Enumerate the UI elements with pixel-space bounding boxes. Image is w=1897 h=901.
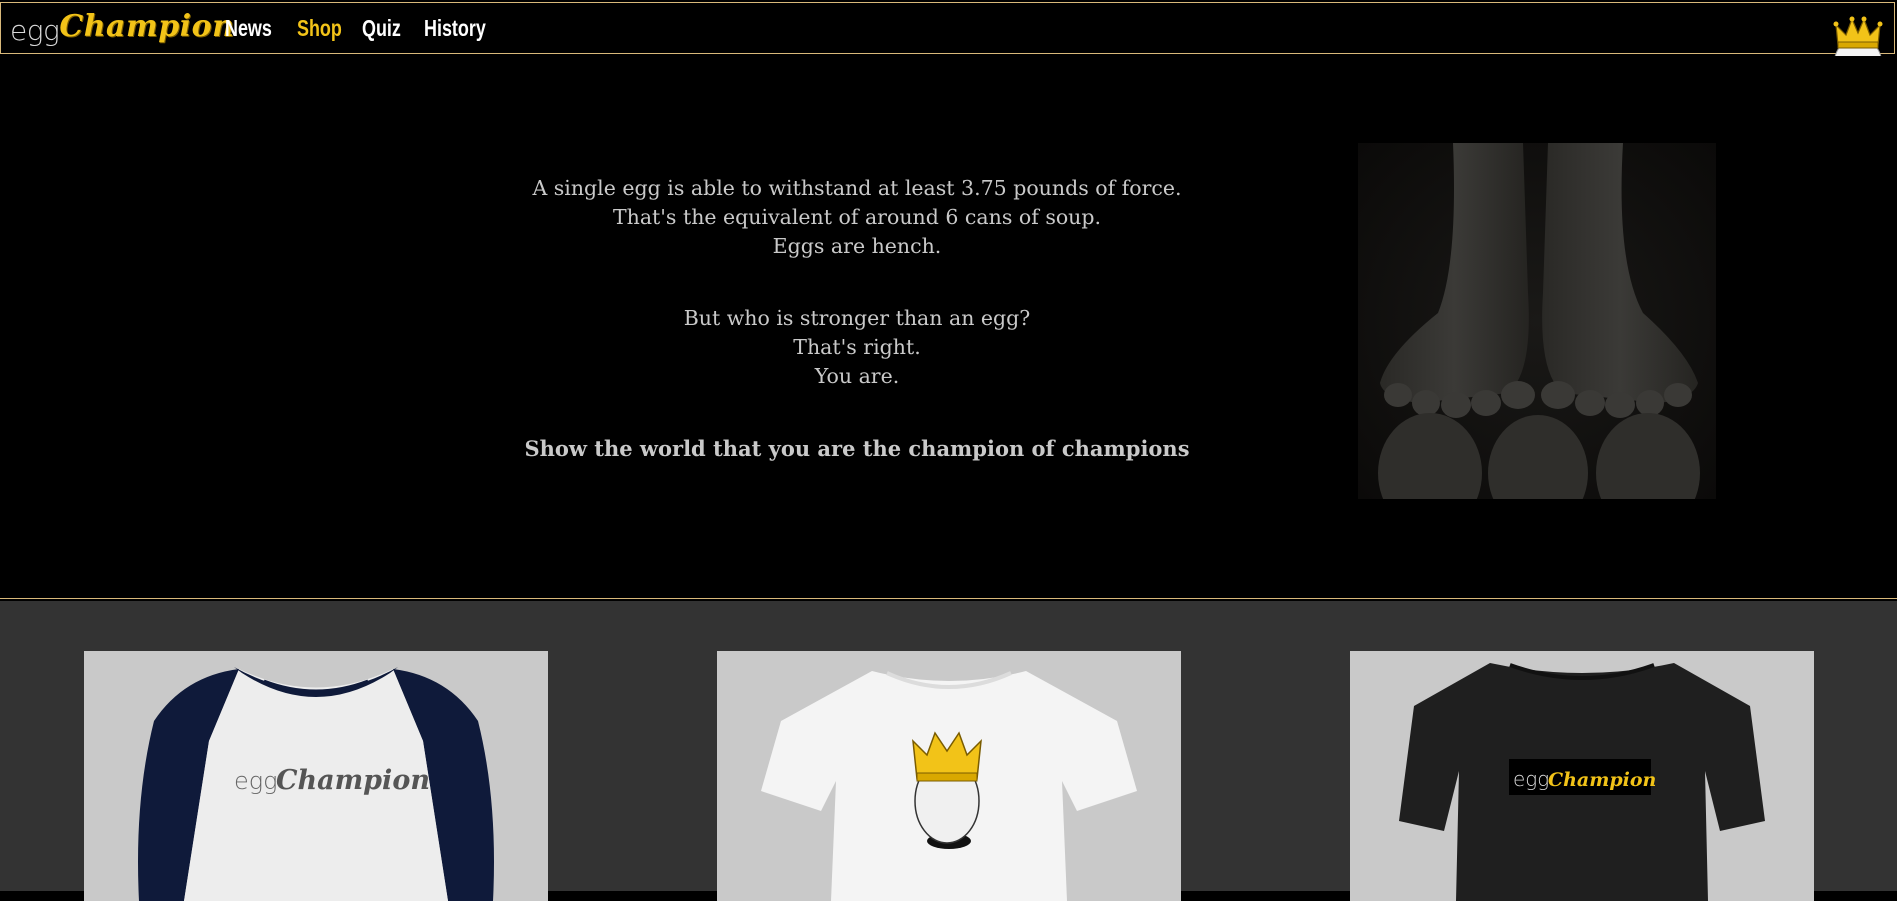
hero-line: You are. bbox=[814, 364, 900, 388]
hero-line: Eggs are hench. bbox=[772, 234, 942, 258]
hero-copy: A single egg is able to withstand at lea… bbox=[457, 174, 1257, 463]
raglan-print-champion: Champion bbox=[276, 765, 430, 796]
nav-history[interactable]: History bbox=[424, 15, 486, 42]
products-section: egg Champion egg Champion bbox=[0, 601, 1897, 901]
black-tee-print-egg: egg bbox=[1513, 767, 1549, 791]
logo-champion-text: Champion bbox=[59, 9, 235, 44]
top-nav: eggChampion News Shop Quiz History bbox=[0, 2, 1895, 94]
site-logo[interactable]: eggChampion bbox=[10, 9, 234, 49]
product-card-white-tee[interactable] bbox=[717, 651, 1181, 901]
feet-on-eggs-image bbox=[1358, 143, 1716, 499]
black-tee-image: egg Champion bbox=[1350, 651, 1814, 901]
product-card-raglan[interactable]: egg Champion bbox=[84, 651, 548, 901]
nav-links: News Shop Quiz History bbox=[225, 15, 503, 42]
product-card-black-tee[interactable]: egg Champion bbox=[1350, 651, 1814, 901]
logo-egg-text: egg bbox=[10, 14, 60, 47]
black-tee-print-champion: Champion bbox=[1548, 769, 1656, 791]
hero-line: A single egg is able to withstand at lea… bbox=[532, 176, 1182, 200]
nav-quiz[interactable]: Quiz bbox=[362, 15, 410, 42]
hero-line: That's right. bbox=[793, 335, 921, 359]
hero-section: A single egg is able to withstand at lea… bbox=[0, 56, 1897, 599]
nav-shop[interactable]: Shop bbox=[297, 15, 348, 42]
raglan-print-egg: egg bbox=[234, 767, 278, 795]
hero-cta: Show the world that you are the champion… bbox=[524, 436, 1190, 461]
nav-news[interactable]: News bbox=[225, 15, 281, 42]
raglan-shirt-image: egg Champion bbox=[84, 651, 548, 901]
hero-line: That's the equivalent of around 6 cans o… bbox=[612, 205, 1102, 229]
hero-line: But who is stronger than an egg? bbox=[683, 306, 1031, 330]
white-tee-image bbox=[717, 651, 1181, 901]
